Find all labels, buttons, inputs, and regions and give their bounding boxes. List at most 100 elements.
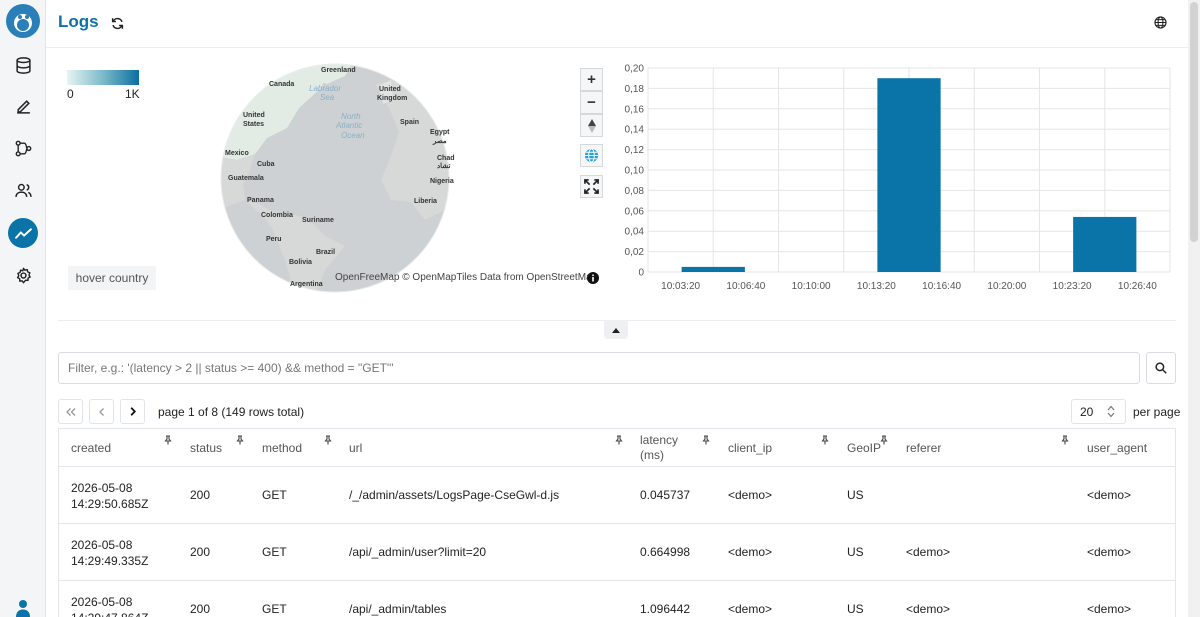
map-attribution: OpenFreeMap © OpenMapTiles Data from Ope… — [335, 272, 597, 283]
sidebar-item-settings[interactable] — [8, 260, 38, 290]
sidebar-item-logs[interactable] — [8, 218, 38, 248]
globe-projection-button[interactable] — [580, 144, 603, 167]
svg-text:Mexico: Mexico — [225, 150, 249, 157]
svg-text:Cuba: Cuba — [257, 161, 275, 168]
pin-icon[interactable] — [879, 435, 889, 445]
per-page-label: per page — [1133, 405, 1181, 419]
svg-text:Greenland: Greenland — [321, 67, 356, 74]
plus-icon: + — [587, 71, 596, 88]
search-button[interactable] — [1146, 352, 1176, 384]
minus-icon: − — [587, 94, 596, 111]
openmaptiles-credit[interactable]: © OpenMapTiles — [402, 272, 477, 283]
users-icon — [14, 183, 32, 197]
cell-geoip: US — [847, 488, 864, 502]
chevron-right-icon — [130, 407, 136, 416]
fullscreen-button[interactable] — [580, 175, 603, 198]
filter-input[interactable] — [58, 352, 1140, 384]
y-tick-label: 0,12 — [625, 145, 645, 156]
cell-user-agent: <demo> — [1087, 545, 1132, 559]
page-title: Logs — [58, 12, 99, 31]
sidebar-item-users[interactable] — [8, 175, 38, 205]
chevron-up-icon — [612, 327, 620, 333]
app-logo[interactable] — [6, 4, 40, 38]
legend-gradient — [67, 70, 139, 85]
sidebar-item-editor[interactable] — [8, 91, 38, 121]
info-icon[interactable] — [587, 272, 599, 284]
cell-method: GET — [262, 545, 287, 559]
x-tick-label: 10:13:20 — [857, 281, 896, 292]
cell-created: 2026-05-08 14:29:47.864Z — [71, 595, 148, 617]
cell-latency: 1.096442 — [640, 602, 691, 616]
world-map[interactable]: Greenland Canada Labrador Sea United Kin… — [215, 60, 455, 295]
x-tick-label: 10:20:00 — [987, 281, 1026, 292]
page-scrollbar-thumb[interactable] — [1190, 2, 1198, 242]
x-tick-label: 10:03:20 — [661, 281, 700, 292]
page-info: page 1 of 8 (149 rows total) — [158, 405, 305, 419]
x-tick-label: 10:26:40 — [1118, 281, 1157, 292]
cell-user-agent: <demo> — [1087, 602, 1132, 616]
histogram-bar[interactable] — [1073, 216, 1137, 272]
cell-url: /_/admin/assets/LogsPage-CseGwl-d.js — [349, 488, 560, 502]
previous-page-button[interactable] — [89, 399, 114, 424]
cell-referer: <demo> — [906, 602, 951, 616]
svg-text:Atlantic: Atlantic — [335, 121, 362, 130]
zoom-in-button[interactable]: + — [580, 68, 603, 91]
legend-max-label: 1K — [125, 87, 140, 101]
chart-x-axis: 10:03:20 10:06:40 10:10:00 10:13:20 10:16:40… — [661, 281, 1157, 292]
cell-client-ip: <demo> — [728, 545, 773, 559]
zoom-out-button[interactable]: − — [580, 91, 603, 114]
svg-text:Argentina: Argentina — [290, 281, 323, 288]
table-row[interactable]: 2026-05-08 14:29:50.685Z 200 GET /_/admi… — [59, 467, 1175, 524]
histogram-bar[interactable] — [681, 266, 745, 272]
globe-button[interactable] — [1151, 13, 1169, 31]
per-page-select[interactable]: 20 — [1071, 399, 1126, 424]
cell-referer: <demo> — [906, 545, 951, 559]
profile-button[interactable] — [14, 598, 32, 617]
svg-text:Colombia: Colombia — [261, 212, 293, 219]
pin-icon[interactable] — [1060, 435, 1070, 445]
y-tick-label: 0,02 — [625, 247, 645, 258]
y-tick-label: 0,16 — [625, 104, 645, 115]
cell-status: 200 — [190, 602, 211, 616]
pin-icon[interactable] — [235, 435, 245, 445]
histogram-bar[interactable] — [877, 78, 941, 272]
refresh-icon — [111, 17, 123, 29]
pin-icon[interactable] — [614, 435, 624, 445]
globe-projection-icon — [584, 148, 599, 163]
compass-icon — [587, 118, 596, 133]
x-tick-label: 10:10:00 — [792, 281, 831, 292]
svg-text:Egypt: Egypt — [430, 129, 450, 136]
openfreemap-link[interactable]: OpenFreeMap — [335, 272, 399, 283]
edit-icon — [16, 99, 30, 114]
svg-text:Guatemala: Guatemala — [228, 175, 264, 182]
database-icon — [15, 56, 31, 74]
cell-method: GET — [262, 488, 287, 502]
svg-text:Liberia: Liberia — [414, 198, 437, 205]
y-tick-label: 0,14 — [625, 125, 645, 136]
next-page-button[interactable] — [120, 399, 145, 424]
svg-text:مصر: مصر — [432, 138, 447, 145]
collapse-charts-button[interactable] — [604, 320, 628, 339]
cell-method: GET — [262, 602, 287, 616]
sidebar-item-workflows[interactable] — [8, 133, 38, 163]
fullscreen-icon — [584, 179, 599, 194]
pin-icon[interactable] — [820, 435, 830, 445]
sidebar-item-database[interactable] — [8, 50, 38, 80]
reset-north-button[interactable] — [580, 114, 603, 137]
svg-text:تشاد: تشاد — [437, 162, 450, 170]
first-page-button[interactable] — [58, 399, 83, 424]
table-row[interactable]: 2026-05-08 14:29:47.864Z 200 GET /api/_a… — [59, 581, 1175, 617]
svg-text:Kingdom: Kingdom — [377, 95, 407, 102]
svg-text:Peru: Peru — [266, 236, 282, 243]
user-profile-icon — [16, 600, 30, 617]
pin-icon[interactable] — [701, 435, 711, 445]
svg-text:Suriname: Suriname — [302, 217, 334, 224]
refresh-button[interactable] — [108, 14, 126, 32]
svg-text:Brazil: Brazil — [316, 249, 335, 256]
cell-client-ip: <demo> — [728, 602, 773, 616]
pin-icon[interactable] — [323, 435, 333, 445]
table-row[interactable]: 2026-05-08 14:29:49.335Z 200 GET /api/_a… — [59, 524, 1175, 581]
svg-text:Bolivia: Bolivia — [289, 259, 312, 266]
pin-icon[interactable] — [163, 435, 173, 445]
x-tick-label: 10:23:20 — [1053, 281, 1092, 292]
